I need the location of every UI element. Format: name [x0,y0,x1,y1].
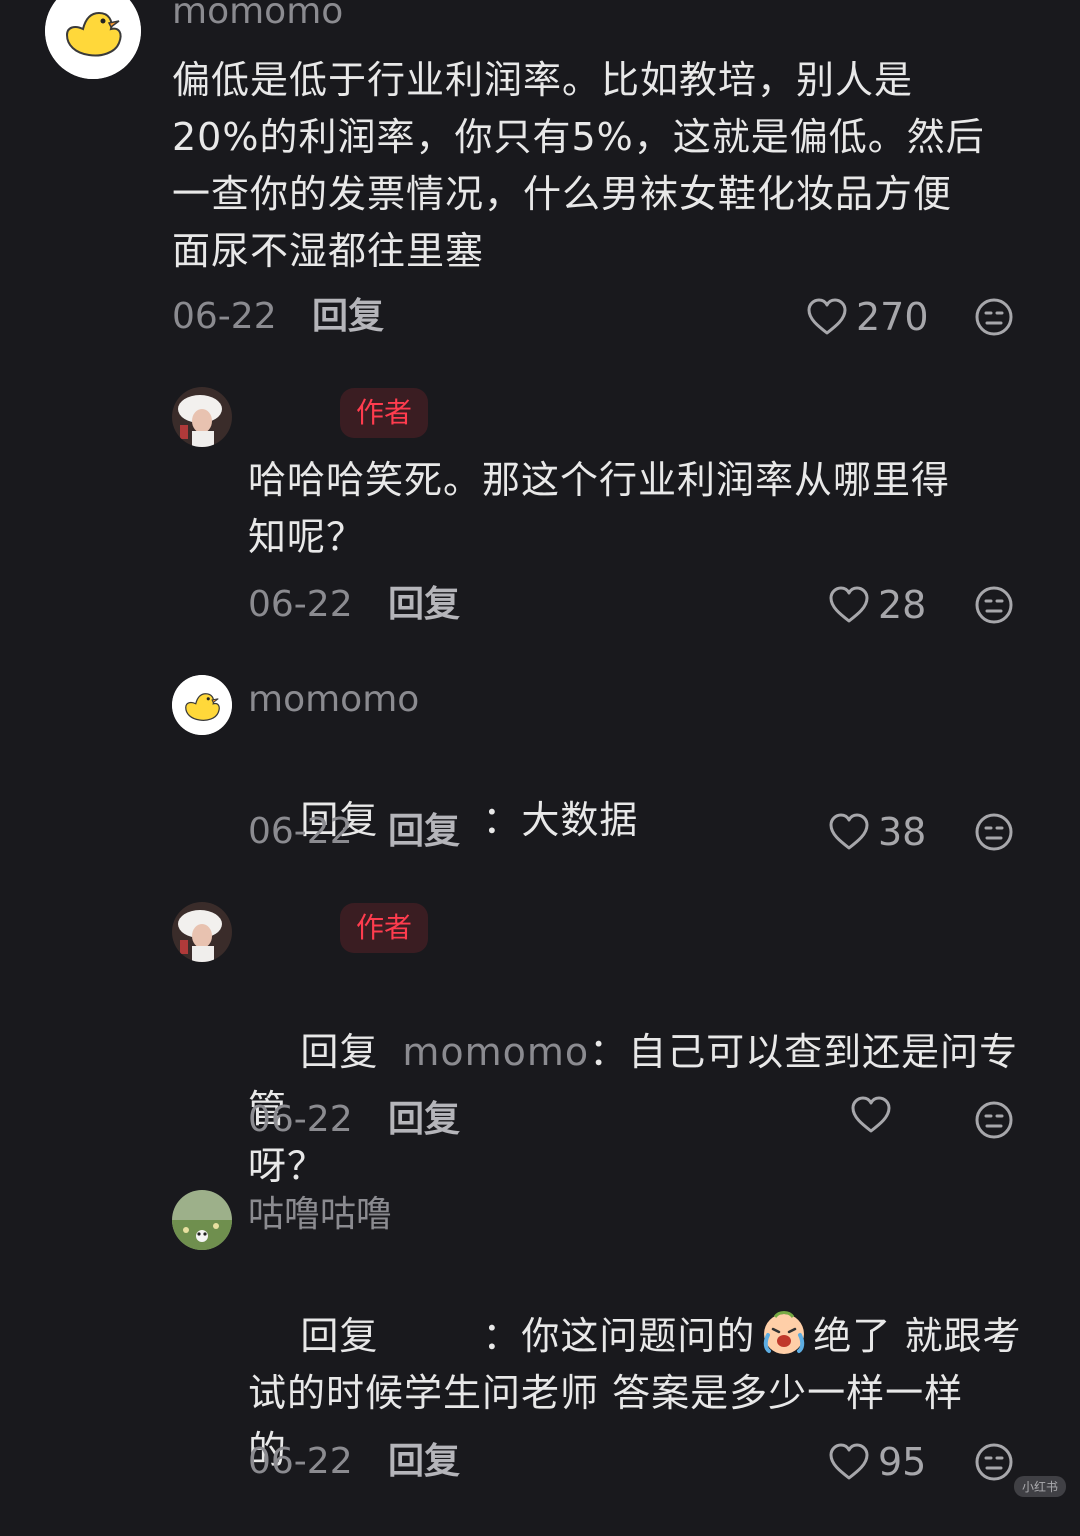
reply-text: 你这问题问的 [521,1314,756,1358]
like-button[interactable] [850,1095,900,1135]
comment-text: 偏低是低于行业利润率。比如教培，别人是 20%的利润率，你只有5%，这就是偏低。… [172,58,985,273]
reply-text-line2: 呀？ [248,1144,327,1188]
expressionless-face-icon [975,813,1013,851]
meadow-photo-icon [172,1190,232,1250]
like-count: 270 [856,295,929,339]
reply-button[interactable]: 回复 [388,1437,460,1487]
username[interactable]: 咕噜咕噜 [248,1195,392,1235]
comment-date: 06-22 [248,584,353,625]
like-button[interactable]: 28 [828,580,926,630]
reply-text-b: 绝了 就跟考 [813,1314,1022,1358]
reply-button[interactable]: 回复 [312,292,384,342]
comment-footer: 06-22 回复 28 [0,580,1080,630]
react-button[interactable] [974,585,1014,625]
comment-text: 回复 ：你这问题问的 绝了 就跟考 试的时候学生问老师 答案是多少一样一样的 [248,1250,1048,1536]
username[interactable]: momomo [172,0,343,32]
reply-prefix: 回复 [300,1314,379,1358]
crying-laughing-emoji-icon [764,1311,805,1354]
like-button[interactable]: 38 [828,807,926,857]
expressionless-face-icon [975,298,1013,336]
react-button[interactable] [974,812,1014,852]
react-button[interactable] [974,297,1014,337]
avatar[interactable] [172,1190,232,1250]
like-button[interactable]: 270 [806,292,929,342]
reply-prefix: 回复 [300,1030,379,1074]
comment-date: 06-22 [248,1441,353,1482]
comment-date: 06-22 [248,1099,353,1140]
avatar[interactable] [172,675,232,735]
duck-icon [45,0,141,79]
reply-button[interactable]: 回复 [388,807,460,857]
comment-footer: 06-22 回复 270 [0,292,1080,342]
avatar[interactable] [45,0,141,79]
reply-button[interactable]: 回复 [388,1095,460,1145]
comment-text: 哈哈哈笑死。那这个行业利润率从哪里得 知呢？ [248,458,951,559]
react-button[interactable] [974,1100,1014,1140]
comment-footer: 06-22 回复 95 [0,1437,1080,1487]
heart-outline-icon [851,1096,891,1133]
heart-outline-icon [829,1443,869,1480]
author-badge: 作者 [340,903,429,953]
user-photo-icon [172,902,232,962]
expressionless-face-icon [975,586,1013,624]
reply-text-line2: 试的时候学生问老师 答案是多少一样一样 [248,1371,964,1415]
heart-outline-icon [829,586,869,623]
like-count: 95 [878,1440,927,1484]
username[interactable]: momomo [248,680,419,720]
comment-footer: 06-22 回复 [0,1095,1080,1145]
watermark: 小红书 [1013,1476,1066,1497]
comment-date: 06-22 [248,811,353,852]
user-photo-icon [172,387,232,447]
comment-date: 06-22 [172,296,277,337]
duck-icon [172,675,232,735]
heart-outline-icon [829,813,869,850]
expressionless-face-icon [975,1443,1013,1481]
heart-outline-icon [807,298,847,335]
like-count: 38 [878,810,927,854]
separator: ： [482,1314,522,1358]
comment-footer: 06-22 回复 38 [0,807,1080,857]
author-badge: 作者 [340,388,429,438]
like-count: 28 [878,583,927,627]
reply-button[interactable]: 回复 [388,580,460,630]
separator: ： [589,1030,629,1074]
react-button[interactable] [974,1442,1014,1482]
like-button[interactable]: 95 [828,1437,926,1487]
expressionless-face-icon [975,1101,1013,1139]
avatar[interactable] [172,387,232,447]
mention-username[interactable]: momomo [402,1030,589,1074]
avatar[interactable] [172,902,232,962]
